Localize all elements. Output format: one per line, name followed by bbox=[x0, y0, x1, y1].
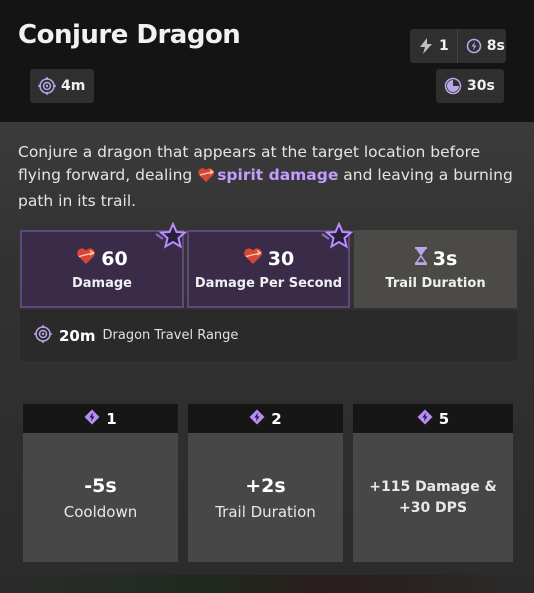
charges-chip: 1 8s bbox=[410, 29, 506, 63]
range-segment: 4m bbox=[30, 69, 93, 103]
heart-icon bbox=[243, 247, 263, 270]
ability-description: Conjure a dragon that appears at the tar… bbox=[18, 141, 518, 213]
upgrade-tier-2[interactable]: 2 +2s Trail Duration bbox=[188, 404, 343, 562]
travel-range-value: 20m bbox=[59, 326, 96, 345]
range-value: 4m bbox=[61, 78, 86, 94]
upgrade-body: +2s Trail Duration bbox=[188, 433, 343, 562]
stat-trail-label: Trail Duration bbox=[385, 276, 486, 291]
ability-point-icon bbox=[84, 409, 100, 429]
charge-cooldown-icon bbox=[466, 38, 482, 54]
charges-value: 1 bbox=[439, 38, 449, 54]
stat-damage-label: Damage bbox=[71, 276, 132, 291]
spirit-damage-keyword: spirit damage bbox=[217, 166, 339, 184]
stat-dps-value-row: 30 bbox=[243, 247, 294, 270]
boost-star-icon bbox=[320, 221, 354, 256]
charges-segment: 1 bbox=[410, 29, 457, 63]
ability-title: Conjure Dragon bbox=[18, 20, 241, 50]
upgrade-effect-line-2: +30 DPS bbox=[398, 499, 468, 516]
charge-cooldown-value: 8s bbox=[486, 38, 505, 54]
heart-icon bbox=[76, 247, 96, 270]
upgrade-effect-line-1: +115 Damage & bbox=[369, 478, 497, 495]
upgrade-effect-label: Cooldown bbox=[63, 502, 138, 521]
travel-range-label: Dragon Travel Range bbox=[102, 328, 239, 343]
ability-card: Conjure Dragon 1 8s 4m 30s Conjure a dra… bbox=[0, 0, 534, 593]
cooldown-segment: 30s bbox=[436, 69, 503, 103]
cooldown-icon bbox=[444, 77, 462, 95]
charge-cooldown-segment: 8s bbox=[456, 29, 513, 63]
cooldown-chip: 30s bbox=[436, 69, 504, 103]
stat-trail-value-row: 3s bbox=[414, 247, 458, 270]
stat-trail-duration: 3s Trail Duration bbox=[354, 230, 517, 308]
upgrade-cost-header: 5 bbox=[353, 404, 513, 433]
upgrade-cost-value: 2 bbox=[271, 409, 282, 428]
upgrade-cost-header: 1 bbox=[23, 404, 178, 433]
ability-header: Conjure Dragon 1 8s 4m 30s bbox=[0, 0, 534, 124]
stat-trail-value: 3s bbox=[432, 247, 458, 270]
upgrade-cost-header: 2 bbox=[188, 404, 343, 433]
upgrade-tier-1[interactable]: 1 -5s Cooldown bbox=[23, 404, 178, 562]
upgrade-effect-value: -5s bbox=[84, 474, 117, 497]
range-chip: 4m bbox=[30, 69, 94, 103]
upgrade-tier-3[interactable]: 5 +115 Damage & +30 DPS bbox=[353, 404, 513, 562]
range-target-icon bbox=[38, 77, 56, 95]
spirit-heart-icon bbox=[197, 167, 215, 190]
lightning-icon bbox=[418, 37, 434, 55]
stat-damage-value: 60 bbox=[101, 247, 128, 270]
travel-range-row: 20m Dragon Travel Range bbox=[20, 310, 517, 361]
upgrade-cost-value: 5 bbox=[438, 409, 450, 428]
stat-dps-value: 30 bbox=[267, 247, 295, 270]
upgrade-body: -5s Cooldown bbox=[23, 433, 178, 562]
boost-star-icon bbox=[154, 221, 188, 256]
bottom-decor-strip bbox=[0, 575, 534, 593]
stat-damage-per-second: 30 Damage Per Second bbox=[187, 221, 354, 308]
ability-point-icon bbox=[417, 409, 433, 429]
upgrade-effect-value: +2s bbox=[245, 474, 286, 497]
ability-point-icon bbox=[249, 409, 265, 429]
hourglass-icon bbox=[414, 247, 428, 270]
stat-dps-label: Damage Per Second bbox=[194, 276, 343, 291]
upgrade-cost-value: 1 bbox=[106, 409, 117, 428]
stat-damage-value-row: 60 bbox=[76, 247, 128, 270]
travel-range-target-icon bbox=[34, 324, 52, 347]
cooldown-value: 30s bbox=[467, 78, 495, 94]
upgrade-effect-label: Trail Duration bbox=[215, 502, 316, 521]
stat-damage: 60 Damage bbox=[20, 221, 188, 308]
upgrade-body: +115 Damage & +30 DPS bbox=[353, 433, 513, 562]
